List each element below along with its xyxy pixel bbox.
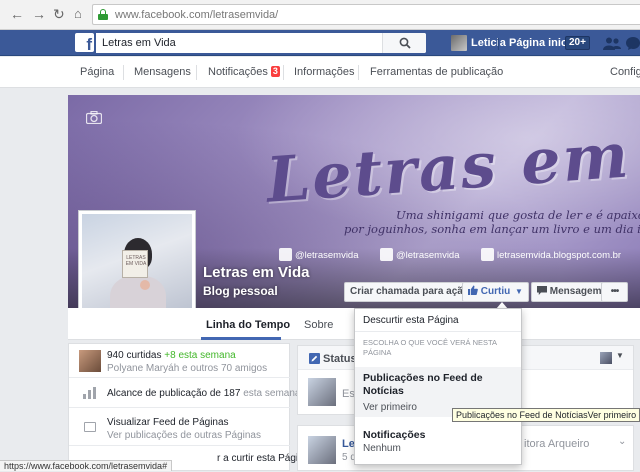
pages-feed-row[interactable]: Visualizar Feed de Páginas Ver publicaçõ…	[69, 408, 291, 446]
tab-timeline[interactable]: Linha do Tempo	[206, 319, 290, 331]
home-count-badge: 20+	[565, 36, 590, 50]
dropdown-section-header: ESCOLHA O QUE VOCÊ VERÁ NESTA PÁGINA	[355, 333, 521, 365]
back-icon[interactable]: ←	[10, 6, 24, 22]
nav-divider	[358, 65, 359, 80]
newsfeed-icon	[84, 422, 96, 432]
liked-button[interactable]: Curtiu ▼	[462, 282, 529, 302]
tab-active-indicator	[201, 337, 281, 340]
nav-messages[interactable]: Mensagens	[134, 66, 191, 78]
search-input[interactable]: Letras em Vida	[96, 33, 426, 53]
tooltip: Publicações no Feed de NotíciasVer prime…	[452, 408, 640, 422]
message-bubble-icon	[537, 286, 547, 295]
nav-divider	[196, 65, 197, 80]
likes-row[interactable]: 940 curtidas +8 esta semana Polyane Mary…	[69, 344, 291, 378]
status-placeholder[interactable]: Es	[342, 388, 355, 400]
likes-delta: +8 esta semana	[164, 350, 236, 361]
camera-icon[interactable]	[86, 111, 102, 124]
chevron-down-icon: ▼	[515, 287, 523, 296]
notifications-preference-value: Nenhum	[363, 443, 401, 454]
nav-divider	[123, 65, 124, 80]
address-bar[interactable]: www.facebook.com/letrasemvida/	[92, 4, 640, 25]
likes-count: 940 curtidas	[107, 350, 162, 361]
user-name-link[interactable]: Leticia	[471, 37, 506, 49]
reach-suffix: esta semana	[243, 388, 301, 399]
invite-text: r a curtir esta Página	[217, 453, 310, 464]
friend-avatar	[79, 350, 101, 372]
friend-requests-icon[interactable]	[603, 37, 621, 50]
notifications-badge: 3	[270, 66, 280, 77]
thumbs-up-icon	[468, 285, 478, 295]
nav-notifications-label: Notificações	[208, 66, 268, 78]
profile-book: LETRAS EM VIDA	[122, 250, 148, 278]
status-tab[interactable]: Status	[323, 353, 357, 365]
notifications-preference-title: Notificações	[363, 429, 426, 441]
news-feed-preference-title: Publicações no Feed de Notícias	[363, 372, 483, 397]
cover-tagline: Uma shinigami que gosta de ler e é apaix…	[396, 208, 640, 222]
chevron-down-icon[interactable]: ⌄	[618, 436, 626, 447]
post-as-avatar[interactable]	[600, 352, 612, 364]
profile-book-text: LETRAS EM VIDA	[125, 255, 147, 267]
url-text: www.facebook.com/letrasemvida/	[115, 9, 279, 21]
message-label: Mensagem	[549, 286, 602, 297]
more-button[interactable]: •••	[601, 282, 628, 302]
facebook-header: f Letras em Vida Leticia Página inicial …	[0, 30, 640, 56]
nav-divider	[283, 65, 284, 80]
twitter-icon	[380, 248, 393, 261]
cover-tagline: por joguinhos, sonha em lançar um livro …	[344, 222, 640, 236]
home-icon[interactable]: ⌂	[74, 6, 82, 22]
page-admin-nav: Página Mensagens Notificações 3 Informaçõ…	[0, 57, 640, 88]
search-icon	[399, 37, 411, 49]
page-category[interactable]: Blog pessoal	[203, 284, 278, 298]
facebook-logo-icon[interactable]: f	[75, 33, 94, 52]
user-avatar[interactable]	[451, 35, 467, 51]
message-button[interactable]: Mensagem	[531, 282, 608, 302]
section-header-text: ESCOLHA O QUE VOCÊ VERÁ NESTA PÁGINA	[363, 338, 497, 357]
nav-settings[interactable]: Configu	[610, 66, 640, 78]
page-title[interactable]: Letras em Vida	[203, 264, 309, 281]
blogger-icon	[481, 248, 494, 261]
post-avatar	[308, 436, 336, 464]
reach-row[interactable]: Alcance de publicação de 187 esta semana	[69, 378, 300, 408]
nav-page[interactable]: Página	[80, 66, 114, 78]
messages-icon[interactable]	[626, 37, 640, 50]
cover-blog-text: letrasemvida.blogspot.com.br	[497, 250, 622, 261]
cover-instagram: @letrasemvida	[279, 248, 359, 261]
bar-chart-icon	[83, 387, 96, 399]
cover-blog: letrasemvida.blogspot.com.br	[481, 248, 621, 261]
news-feed-preference-value: Ver primeiro	[363, 402, 417, 413]
pages-feed-sub: Ver publicações de outras Páginas	[107, 430, 261, 441]
lock-icon	[98, 9, 108, 20]
nav-publishing-tools[interactable]: Ferramentas de publicação	[370, 66, 503, 78]
nav-notifications[interactable]: Notificações 3	[208, 66, 280, 78]
cover-instagram-text: @letrasemvida	[295, 250, 359, 261]
pages-feed-title: Visualizar Feed de Páginas	[107, 417, 229, 428]
post-shared-source[interactable]: itora Arqueiro	[524, 438, 589, 450]
search-button[interactable]	[382, 33, 426, 53]
instagram-icon	[279, 248, 292, 261]
forward-icon[interactable]: →	[32, 6, 46, 22]
cover-twitter-text: @letrasemvida	[396, 250, 460, 261]
composer-avatar	[308, 378, 336, 406]
create-cta-button[interactable]: Criar chamada para ação	[344, 282, 475, 302]
notifications-preference-item[interactable]: Notificações Nenhum	[355, 421, 521, 461]
unlike-page-label: Descurtir esta Página	[363, 315, 459, 326]
liked-dropdown-menu: Descurtir esta Página ESCOLHA O QUE VOCÊ…	[354, 308, 522, 465]
cover-script-title: Letras em vida	[264, 106, 640, 217]
browser-status-url: https://www.facebook.com/letrasemvida#	[0, 460, 173, 471]
chevron-down-icon[interactable]: ▼	[616, 351, 624, 360]
liked-label: Curtiu	[480, 286, 511, 297]
reach-text: Alcance de publicação de 187	[107, 388, 241, 399]
header-divider	[498, 38, 499, 50]
search-value: Letras em Vida	[102, 37, 176, 49]
nav-info[interactable]: Informações	[294, 66, 355, 78]
browser-toolbar: ← → ↻ ⌂ www.facebook.com/letrasemvida/	[0, 0, 640, 30]
page-insights-panel: 940 curtidas +8 esta semana Polyane Mary…	[68, 343, 309, 471]
tab-about[interactable]: Sobre	[304, 319, 333, 331]
cover-twitter: @letrasemvida	[380, 248, 460, 261]
unlike-page-item[interactable]: Descurtir esta Página	[355, 309, 521, 332]
likes-friends: Polyane Maryáh e outros 70 amigos	[107, 363, 268, 374]
pencil-icon	[309, 353, 320, 364]
profile-figure-hand	[140, 280, 150, 290]
reload-icon[interactable]: ↻	[53, 6, 65, 22]
